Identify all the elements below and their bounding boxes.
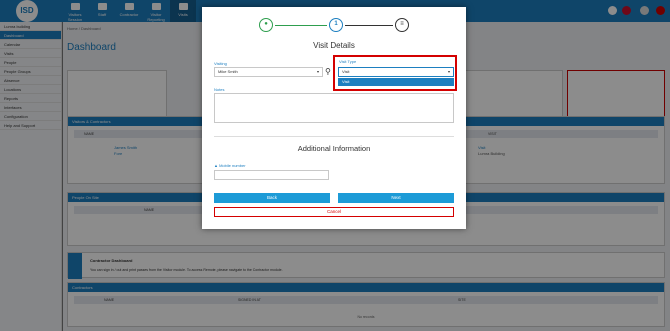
visiting-label: Visiting	[214, 61, 227, 66]
visit-details-modal: ● 1 ≡ Visit Details Visiting Mike Smith ▾…	[202, 7, 466, 229]
modal-title: Visit Details	[313, 41, 355, 50]
mobile-input[interactable]	[214, 170, 329, 180]
stepper: ● 1 ≡	[202, 18, 466, 32]
additional-info-title: Additional Information	[297, 144, 371, 153]
cancel-button[interactable]: Cancel	[214, 207, 454, 217]
visit-type-option[interactable]: Visit	[338, 78, 454, 86]
search-icon[interactable]: ⚲	[325, 67, 331, 76]
visiting-select[interactable]: Mike Smith ▾	[214, 67, 323, 77]
back-button[interactable]: Back	[214, 193, 330, 203]
notes-textarea[interactable]	[214, 93, 454, 123]
step-person-icon: ●	[259, 18, 273, 32]
divider	[214, 136, 454, 137]
chevron-down-icon: ▾	[447, 69, 450, 74]
step-current: 1	[329, 18, 343, 32]
visit-type-label: Visit Type	[339, 59, 357, 64]
mobile-label: ▲ Mobile number	[214, 163, 246, 168]
visit-type-select[interactable]: Visit ▾	[338, 67, 454, 77]
next-button[interactable]: Next	[338, 193, 454, 203]
step-checklist-icon: ≡	[395, 18, 409, 32]
notes-label: Notes	[214, 87, 225, 92]
chevron-down-icon: ▾	[316, 69, 319, 74]
